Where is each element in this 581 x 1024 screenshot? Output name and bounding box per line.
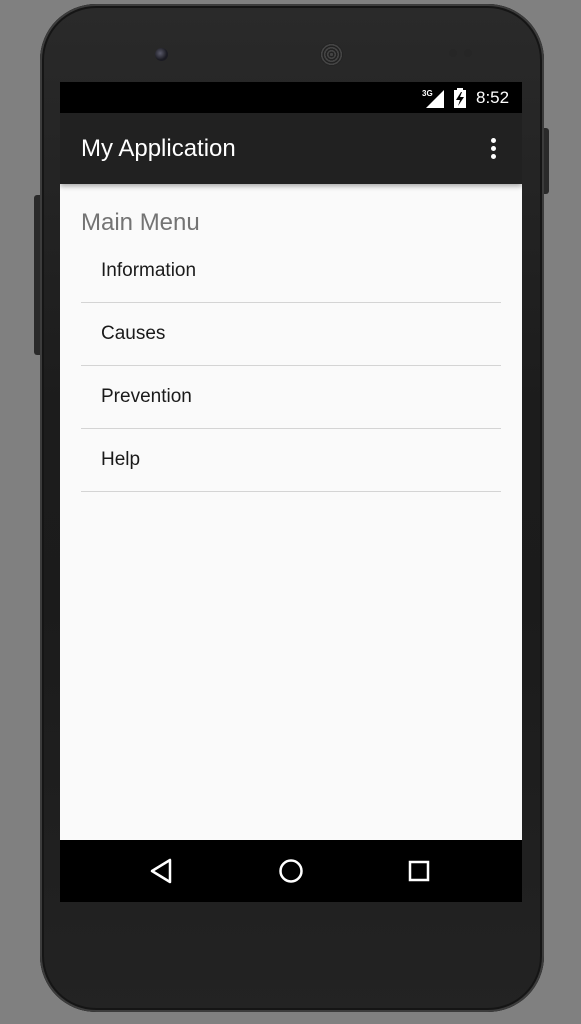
front-camera xyxy=(155,48,168,61)
proximity-sensor xyxy=(449,49,457,57)
phone-power-button xyxy=(544,128,549,194)
menu-item-information[interactable]: Information xyxy=(81,240,501,303)
menu-item-prevention[interactable]: Prevention xyxy=(81,366,501,429)
menu-list: Information Causes Prevention Help xyxy=(81,240,501,492)
menu-item-label: Help xyxy=(101,449,141,470)
light-sensor xyxy=(464,49,472,57)
status-time: 8:52 xyxy=(476,88,510,107)
device-screen: 3G 8:52 My Application Main Menu Informa… xyxy=(60,82,522,902)
network-type-label: 3G xyxy=(422,89,433,98)
signal-3g-icon: 3G xyxy=(422,89,444,108)
status-bar: 3G 8:52 xyxy=(60,82,522,113)
recents-square-icon[interactable] xyxy=(401,853,437,889)
app-bar: My Application xyxy=(60,113,522,184)
more-vert-icon[interactable] xyxy=(479,133,509,165)
battery-charging-icon xyxy=(454,88,466,108)
back-triangle-icon[interactable] xyxy=(144,853,180,889)
menu-item-label: Information xyxy=(101,260,197,281)
menu-item-help[interactable]: Help xyxy=(81,429,501,492)
navigation-bar xyxy=(60,840,522,902)
section-title: Main Menu xyxy=(81,209,200,236)
menu-item-label: Causes xyxy=(101,323,166,344)
earpiece-speaker xyxy=(320,43,343,66)
home-circle-icon[interactable] xyxy=(273,853,309,889)
main-content: Main Menu Information Causes Prevention … xyxy=(60,184,522,840)
app-title: My Application xyxy=(81,135,236,162)
menu-item-causes[interactable]: Causes xyxy=(81,303,501,366)
menu-item-label: Prevention xyxy=(101,386,192,407)
